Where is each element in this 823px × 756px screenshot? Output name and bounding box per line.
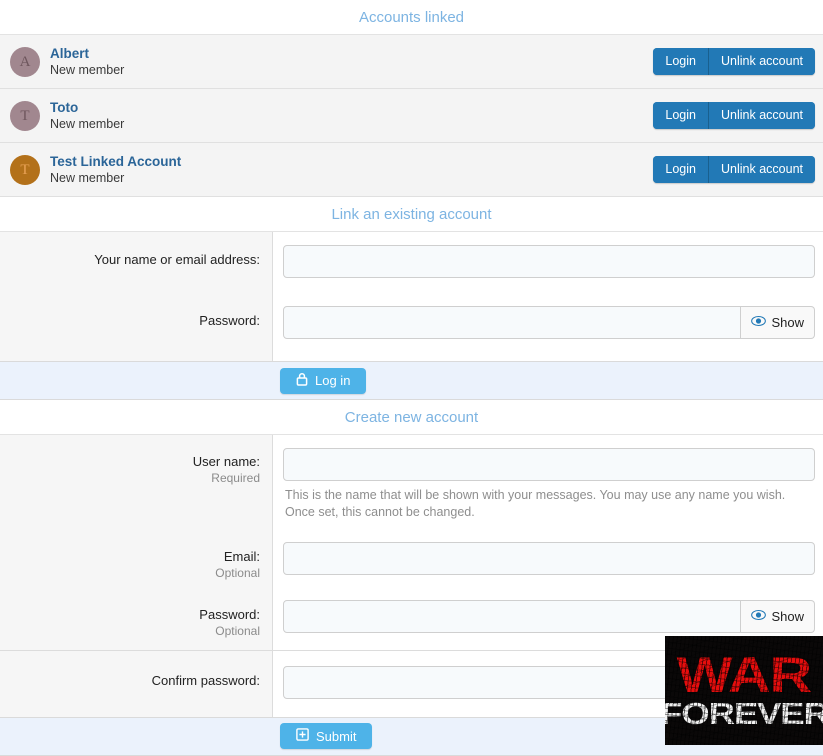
unlink-account-button[interactable]: Unlink account <box>708 101 815 130</box>
avatar: A <box>10 46 40 77</box>
login-form: Your name or email address: Password: Sh… <box>0 232 823 361</box>
register-password-label-cell: Password: Optional <box>0 588 273 650</box>
log-in-button-label: Log in <box>315 373 351 388</box>
account-actions: Login Unlink account <box>653 101 815 130</box>
account-status: New member <box>50 62 125 77</box>
unlink-account-button[interactable]: Unlink account <box>708 47 815 76</box>
register-show-password-label: Show <box>771 608 804 624</box>
table-row: T Toto New member Login Unlink account <box>0 89 823 143</box>
email-field[interactable] <box>283 541 815 575</box>
overlay-line-war: WAR <box>676 647 812 704</box>
accounts-linked-header: Accounts linked <box>0 0 823 35</box>
email-label-cell: Email: Optional <box>0 530 273 590</box>
show-password-label: Show <box>771 315 804 330</box>
account-info: Test Linked Account New member <box>50 154 653 186</box>
war-forever-overlay-image: WAR FOREVER <box>665 636 823 745</box>
login-password-label-cell: Password: <box>0 286 273 361</box>
submit-button[interactable]: Submit <box>280 723 373 750</box>
login-name-row: Your name or email address: <box>0 232 823 286</box>
create-new-account-header: Create new account <box>0 400 823 435</box>
register-password-optional-note: Optional <box>215 623 260 638</box>
login-action-bar: Log in <box>0 361 823 400</box>
link-existing-account-header: Link an existing account <box>0 197 823 232</box>
login-button[interactable]: Login <box>653 155 708 184</box>
email-label: Email: <box>223 548 260 564</box>
account-actions: Login Unlink account <box>653 155 815 184</box>
show-password-button[interactable]: Show <box>741 306 815 339</box>
login-password-field-cell: Show <box>273 286 823 361</box>
login-name-label: Your name or email address: <box>94 252 260 267</box>
table-row: A Albert New member Login Unlink account <box>0 35 823 89</box>
eye-icon <box>751 315 767 330</box>
username-label: User name: <box>192 454 260 469</box>
register-password-input-group: Show <box>283 599 815 633</box>
account-linking-page: Accounts linked A Albert New member Logi… <box>0 0 823 756</box>
account-actions: Login Unlink account <box>653 47 815 76</box>
confirm-password-label-cell: Confirm password: <box>0 650 273 717</box>
avatar: T <box>10 100 40 131</box>
register-show-password-button[interactable]: Show <box>741 599 815 633</box>
eye-icon <box>751 609 767 624</box>
login-name-field-cell <box>273 232 823 286</box>
account-status: New member <box>50 116 125 131</box>
account-status: New member <box>50 170 125 185</box>
password-input-group: Show <box>283 306 815 339</box>
register-password-label: Password: <box>199 606 260 622</box>
username-label-cell: User name: Required <box>0 435 273 531</box>
unlink-account-button[interactable]: Unlink account <box>708 155 815 184</box>
register-password-input[interactable] <box>283 599 742 633</box>
username-help-text: This is the name that will be shown with… <box>285 488 786 519</box>
account-name: Toto <box>50 99 79 115</box>
email-row: Email: Optional <box>0 530 823 590</box>
lock-icon <box>296 372 308 389</box>
login-name-label-cell: Your name or email address: <box>0 232 273 286</box>
log-in-button[interactable]: Log in <box>280 367 367 394</box>
email-field-cell <box>273 530 823 590</box>
login-button[interactable]: Login <box>653 47 708 76</box>
account-info: Albert New member <box>50 46 653 78</box>
login-password-input[interactable] <box>283 306 742 339</box>
plus-square-icon <box>296 728 309 744</box>
avatar: T <box>10 154 40 185</box>
user-name-input[interactable] <box>283 448 815 481</box>
overlay-line-forever: FOREVER <box>665 696 823 732</box>
submit-button-label: Submit <box>316 728 357 744</box>
login-password-row: Password: Show <box>0 286 823 361</box>
name-or-email-input[interactable] <box>283 245 815 278</box>
table-row: T Test Linked Account New member Login U… <box>0 143 823 197</box>
username-row: User name: Required This is the name tha… <box>0 435 823 531</box>
account-name: Test Linked Account <box>50 153 182 169</box>
account-name: Albert <box>50 45 90 61</box>
account-info: Toto New member <box>50 100 653 132</box>
email-optional-note: Optional <box>215 565 260 580</box>
login-password-label: Password: <box>199 313 260 328</box>
confirm-password-label: Confirm password: <box>151 672 260 688</box>
username-required-note: Required <box>211 471 260 485</box>
username-field-cell: This is the name that will be shown with… <box>273 435 823 531</box>
login-button[interactable]: Login <box>653 101 708 130</box>
